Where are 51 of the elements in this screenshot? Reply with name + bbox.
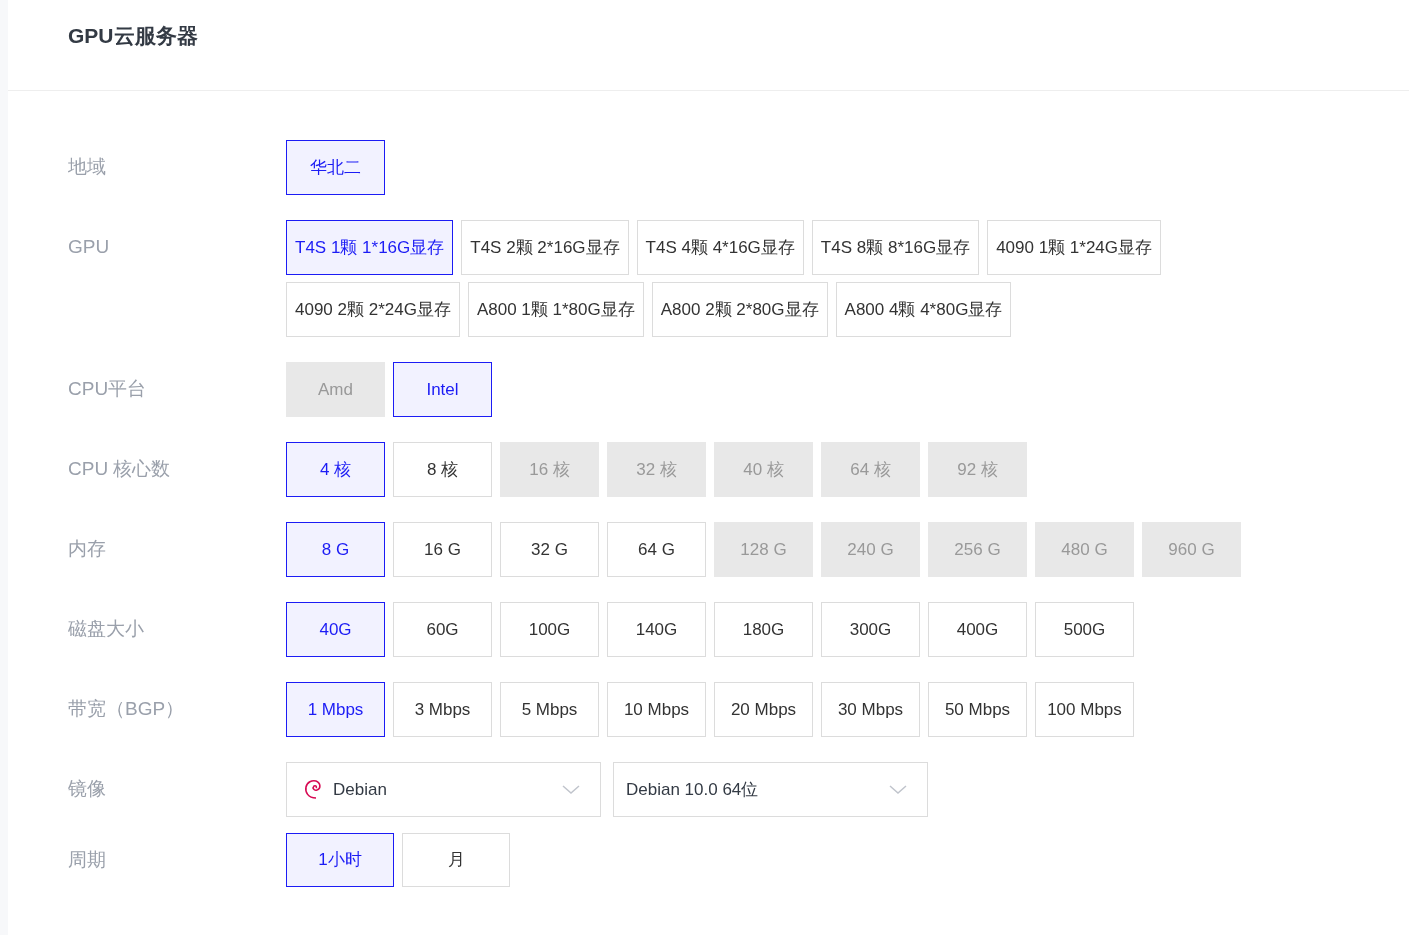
option-button[interactable]: 400G xyxy=(928,602,1027,657)
field-label: GPU xyxy=(68,235,110,260)
option-button[interactable]: 100 Mbps xyxy=(1035,682,1134,737)
option-button[interactable]: A800 2颗 2*80G显存 xyxy=(651,282,828,337)
option-button[interactable]: 4090 2颗 2*24G显存 xyxy=(286,282,460,337)
option-button[interactable]: T4S 4颗 4*16G显存 xyxy=(636,220,804,275)
option-button[interactable]: 1 Mbps xyxy=(286,682,385,737)
field-label: CPU平台 xyxy=(68,377,147,402)
option-button[interactable]: T4S 2颗 2*16G显存 xyxy=(461,220,629,275)
option-button[interactable]: 300G xyxy=(821,602,920,657)
option-button[interactable]: 32 G xyxy=(500,522,599,577)
option-button[interactable]: A800 1颗 1*80G显存 xyxy=(467,282,644,337)
option-button[interactable]: 30 Mbps xyxy=(821,682,920,737)
option-button[interactable]: 50 Mbps xyxy=(928,682,1027,737)
option-button[interactable]: 64 G xyxy=(607,522,706,577)
option-button[interactable]: 500G xyxy=(1035,602,1134,657)
option-button[interactable]: 4 核 xyxy=(286,442,385,497)
option-button[interactable]: 4090 1颗 1*24G显存 xyxy=(987,220,1162,275)
chevron-down-icon xyxy=(889,784,907,795)
option-button[interactable]: 10 Mbps xyxy=(607,682,706,737)
option-button[interactable]: 140G xyxy=(607,602,706,657)
option-button[interactable]: 华北二 xyxy=(286,140,385,195)
option-button[interactable]: 40G xyxy=(286,602,385,657)
option-button[interactable]: 8 G xyxy=(286,522,385,577)
field-label: 带宽（BGP） xyxy=(68,697,185,722)
select-value: Debian xyxy=(333,778,388,801)
option-button[interactable]: A800 4颗 4*80G显存 xyxy=(835,282,1012,337)
option-button[interactable]: 3 Mbps xyxy=(393,682,492,737)
option-button[interactable]: T4S 1颗 1*16G显存 xyxy=(286,220,454,275)
option-button[interactable]: 16 G xyxy=(393,522,492,577)
option-button[interactable]: 60G xyxy=(393,602,492,657)
option-button[interactable]: 1小时 xyxy=(286,833,394,887)
field-label: 周期 xyxy=(68,847,106,872)
os-select[interactable]: Debian xyxy=(286,762,601,817)
field-label: 内存 xyxy=(68,537,106,562)
field-label: 地域 xyxy=(68,155,106,180)
option-button[interactable]: 8 核 xyxy=(393,442,492,497)
option-button[interactable]: 180G xyxy=(714,602,813,657)
field-label: 磁盘大小 xyxy=(68,617,144,642)
field-label: 镜像 xyxy=(68,777,106,802)
option-button[interactable]: T4S 8颗 8*16G显存 xyxy=(811,220,980,275)
option-button[interactable]: 5 Mbps xyxy=(500,682,599,737)
field-label: CPU 核心数 xyxy=(68,457,171,482)
option-button[interactable]: 月 xyxy=(402,833,510,887)
select-value: Debian 10.0 64位 xyxy=(626,778,760,801)
option-button[interactable]: Intel xyxy=(393,362,492,417)
page-title: GPU云服务器 xyxy=(68,23,198,50)
version-select[interactable]: Debian 10.0 64位 xyxy=(613,762,928,817)
option-button[interactable]: 20 Mbps xyxy=(714,682,813,737)
option-button[interactable]: 100G xyxy=(500,602,599,657)
chevron-down-icon xyxy=(562,784,580,795)
